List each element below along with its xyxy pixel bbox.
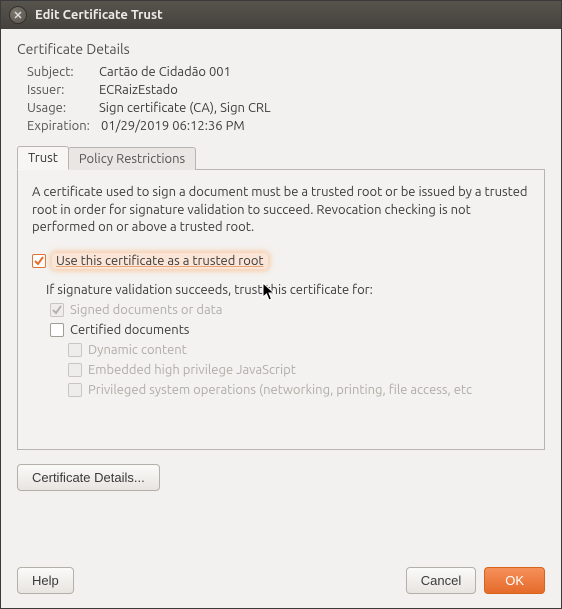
cancel-button[interactable]: Cancel bbox=[406, 567, 476, 594]
detail-subject: Subject: Cartão de Cidadão 001 bbox=[27, 65, 545, 79]
checkbox-label: Embedded high privilege JavaScript bbox=[88, 363, 296, 377]
detail-label: Issuer: bbox=[27, 83, 99, 97]
titlebar: Edit Certificate Trust bbox=[1, 1, 561, 29]
ok-button[interactable]: OK bbox=[484, 567, 545, 594]
checkbox-label: Signed documents or data bbox=[70, 303, 222, 317]
checkbox-privileged-ops: Privileged system operations (networking… bbox=[68, 383, 530, 397]
help-button[interactable]: Help bbox=[17, 567, 74, 594]
checkbox-label: Privileged system operations (networking… bbox=[88, 383, 472, 397]
detail-label: Subject: bbox=[27, 65, 99, 79]
checkbox-certified-documents[interactable]: Certified documents bbox=[50, 323, 530, 337]
tab-area: Trust Policy Restrictions A certificate … bbox=[17, 145, 545, 450]
checkbox-icon bbox=[68, 363, 82, 377]
checkbox-icon bbox=[50, 323, 64, 337]
checkbox-label: Dynamic content bbox=[88, 343, 187, 357]
certificate-details-button[interactable]: Certificate Details... bbox=[17, 464, 160, 491]
detail-issuer: Issuer: ECRaizEstado bbox=[27, 83, 545, 97]
checkbox-icon bbox=[68, 383, 82, 397]
close-icon[interactable] bbox=[9, 6, 27, 24]
detail-label: Expiration: bbox=[27, 119, 101, 133]
checkbox-icon bbox=[50, 303, 64, 317]
checkbox-label: Use this certificate as a trusted root bbox=[52, 253, 268, 269]
tab-trust[interactable]: Trust bbox=[17, 146, 69, 170]
checkbox-icon bbox=[68, 343, 82, 357]
dialog-window: Edit Certificate Trust Certificate Detai… bbox=[0, 0, 562, 609]
footer: Help Cancel OK bbox=[17, 557, 545, 594]
detail-value: 01/29/2019 06:12:36 PM bbox=[101, 119, 245, 133]
detail-value: Sign certificate (CA), Sign CRL bbox=[99, 101, 271, 115]
checkbox-label: Certified documents bbox=[70, 323, 189, 337]
detail-usage: Usage: Sign certificate (CA), Sign CRL bbox=[27, 101, 545, 115]
tab-strip: Trust Policy Restrictions bbox=[17, 145, 545, 170]
content-area: Certificate Details Subject: Cartão de C… bbox=[1, 29, 561, 608]
detail-value: Cartão de Cidadão 001 bbox=[99, 65, 231, 79]
checkbox-embedded-js: Embedded high privilege JavaScript bbox=[68, 363, 530, 377]
cert-details-row: Certificate Details... bbox=[17, 464, 545, 491]
detail-value: ECRaizEstado bbox=[99, 83, 178, 97]
trust-panel: A certificate used to sign a document mu… bbox=[17, 170, 545, 450]
sub-heading: If signature validation succeeds, trust … bbox=[46, 283, 530, 297]
tab-policy-restrictions[interactable]: Policy Restrictions bbox=[68, 147, 196, 170]
panel-description: A certificate used to sign a document mu… bbox=[32, 184, 530, 237]
detail-expiration: Expiration: 01/29/2019 06:12:36 PM bbox=[27, 119, 545, 133]
checkbox-trusted-root[interactable]: Use this certificate as a trusted root bbox=[32, 253, 268, 269]
checkbox-signed-documents: Signed documents or data bbox=[50, 303, 530, 317]
window-title: Edit Certificate Trust bbox=[35, 8, 163, 22]
checkbox-icon bbox=[32, 254, 46, 268]
checkbox-dynamic-content: Dynamic content bbox=[68, 343, 530, 357]
details-heading: Certificate Details bbox=[17, 41, 545, 57]
detail-label: Usage: bbox=[27, 101, 99, 115]
